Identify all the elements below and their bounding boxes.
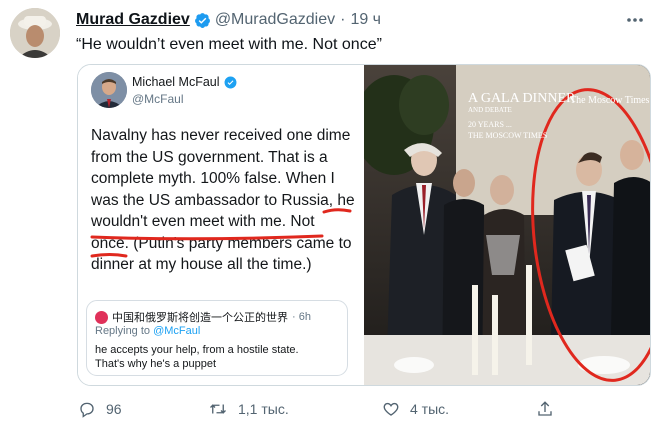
share-icon — [538, 401, 552, 416]
retweet-button[interactable]: 1,1 тыс. — [208, 396, 289, 422]
banner-line: AND DEBATE — [468, 106, 512, 114]
embedded-line: wouldn't even meet with me. Not — [91, 213, 315, 230]
separator-dot: · — [340, 11, 346, 28]
banner-logo: The Moscow Times — [570, 95, 650, 106]
embedded-line: from the US government. That is a — [91, 148, 328, 166]
banner-text: A GALA DINNER AND DEBATE 20 YEARS ... TH… — [468, 91, 575, 141]
like-icon — [383, 402, 399, 416]
tweet-media[interactable]: Michael McFaul @McFaul Navalny has never… — [77, 64, 651, 386]
replying-handle: @McFaul — [153, 325, 201, 337]
banner-line: A GALA DINNER — [468, 91, 576, 106]
retweet-icon — [210, 404, 226, 414]
media-image-right[interactable]: A GALA DINNER AND DEBATE 20 YEARS ... TH… — [364, 65, 650, 385]
tweet-text: “He wouldn’t even meet with me. Not once… — [76, 36, 382, 53]
like-button[interactable]: 4 тыс. — [382, 396, 449, 422]
embedded-line: Navalny has never received one dime — [91, 127, 351, 144]
quote-author: 中国和俄罗斯将创造一个公正的世界 — [112, 312, 288, 324]
embedded-line: dinner at my house all the time.) — [91, 256, 312, 273]
reply-icon — [80, 402, 94, 418]
author-display-name[interactable]: Murad Gazdiev — [76, 11, 190, 29]
embedded-tweet-body: Navalny has never received one dime from… — [91, 125, 359, 276]
quote-line: That's why he's a puppet — [95, 358, 216, 370]
quote-line: he accepts your help, from a hostile sta… — [95, 344, 299, 356]
more-options-icon[interactable] — [623, 10, 647, 30]
embedded-line: complete myth. 100% false. When I — [91, 170, 335, 187]
embedded-verified-icon — [224, 76, 237, 89]
replying-prefix: Replying to — [95, 325, 154, 337]
tweet-actions: 96 1,1 тыс. 4 тыс. — [76, 396, 556, 422]
retweet-count: 1,1 тыс. — [238, 401, 289, 417]
reply-button[interactable]: 96 — [78, 396, 122, 422]
like-count: 4 тыс. — [410, 401, 450, 417]
verified-badge-icon — [194, 12, 211, 29]
tweet-header: Murad Gazdiev @MuradGazdiev · 19 ч — [76, 9, 621, 31]
reply-count: 96 — [106, 401, 122, 417]
quoted-reply: 中国和俄罗斯将创造一个公正的世界 · 6h Replying to @McFau… — [86, 300, 348, 376]
media-image-left[interactable]: Michael McFaul @McFaul Navalny has never… — [78, 65, 362, 385]
quote-header: 中国和俄罗斯将创造一个公正的世界 · 6h — [95, 309, 311, 325]
banner-line: 20 YEARS ... — [468, 120, 512, 129]
quote-body: he accepts your help, from a hostile sta… — [95, 343, 299, 371]
author-handle[interactable]: @MuradGazdiev — [215, 11, 335, 29]
tweet[interactable]: Murad Gazdiev @MuradGazdiev · 19 ч “He w… — [0, 0, 661, 434]
quote-replying-to: Replying to @McFaul — [95, 325, 200, 337]
quote-time: · 6h — [292, 311, 311, 323]
embedded-line: was the US ambassador to Russia, he — [91, 191, 355, 209]
embedded-author: Michael McFaul — [132, 75, 237, 89]
embedded-author-name: Michael McFaul — [132, 75, 220, 89]
author-avatar[interactable] — [10, 8, 60, 58]
share-button[interactable] — [536, 396, 564, 422]
tweet-time[interactable]: 19 ч — [350, 11, 381, 29]
embedded-line: once. (Putin's party members came to — [91, 234, 352, 252]
banner-line: THE MOSCOW TIMES — [468, 131, 548, 140]
embedded-avatar — [91, 72, 127, 108]
reply-avatar-icon — [95, 310, 108, 324]
embedded-handle: @McFaul — [132, 92, 184, 106]
